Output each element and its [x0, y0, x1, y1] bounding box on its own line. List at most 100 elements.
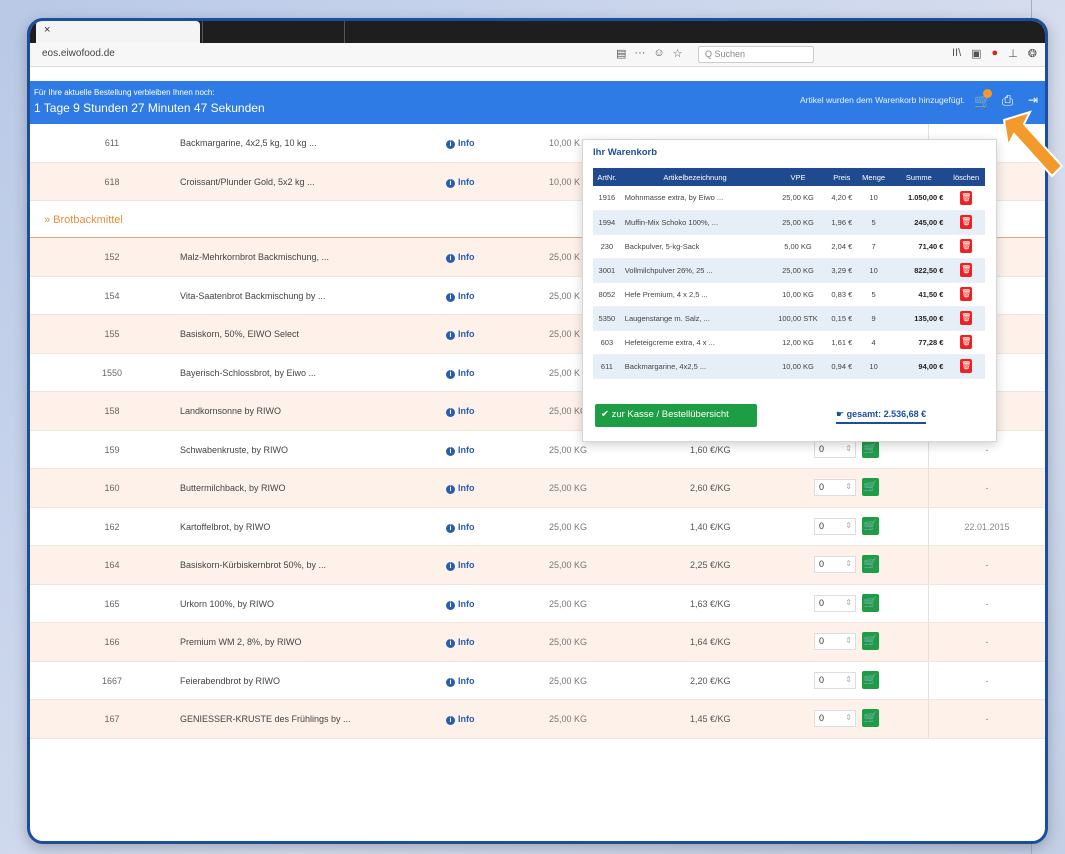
cart-quantity: 7	[856, 234, 891, 259]
pocket-icon[interactable]: ☺	[653, 47, 664, 60]
stepper-arrows-icon[interactable]: ⇕	[845, 598, 852, 607]
article-price: 1,63 €/KG	[690, 598, 731, 609]
article-vpe: 25,00 K	[549, 252, 581, 262]
cart-row: 1916 Mohnmasse extra, by Eiwo ... 25,00 KG…	[593, 186, 985, 211]
cart-vpe: 5,00 KG	[769, 234, 827, 259]
trash-icon[interactable]: 🗑	[960, 215, 973, 229]
cart-row: 3001 Vollmilchpulver 26%, 25 ... 25,00 KG 3…	[593, 258, 985, 283]
more-icon[interactable]: ···	[634, 47, 645, 60]
last-order-date: -	[985, 637, 989, 647]
info-link[interactable]: i Info	[446, 291, 475, 302]
add-to-cart-icon[interactable]: 🛒	[862, 478, 879, 496]
table-row: 167 GENIESSER-KRUSTE des Frühlings by ...…	[30, 700, 1045, 739]
stepper-arrows-icon[interactable]: ⇕	[845, 521, 852, 530]
info-link[interactable]: i Info	[446, 483, 475, 494]
quantity-stepper[interactable]: 0⇕	[814, 710, 856, 727]
article-name: Feierabendbrot by RIWO	[180, 675, 281, 686]
checkout-button[interactable]: ✔ zur Kasse / Bestellübersicht	[595, 404, 757, 427]
article-vpe: 10,00 K	[549, 176, 581, 187]
quantity-stepper[interactable]: 0⇕	[814, 440, 856, 458]
info-link[interactable]: i Info	[446, 714, 475, 725]
info-label: Info	[458, 138, 475, 148]
info-icon: i	[446, 369, 455, 379]
add-to-cart-icon[interactable]: 🛒	[862, 709, 879, 727]
reader-icon[interactable]: ▤	[616, 47, 626, 60]
quantity-stepper[interactable]: 0⇕	[814, 556, 856, 573]
info-link[interactable]: i Info	[446, 599, 475, 610]
cart-vpe: 10,00 KG	[769, 354, 827, 379]
cart-vpe: 25,00 KG	[769, 258, 827, 283]
article-name: Buttermilchback, by RIWO	[180, 483, 286, 493]
cart-price: 3,29 €	[826, 258, 857, 283]
trash-icon[interactable]: 🗑	[960, 311, 973, 325]
library-icon[interactable]: II\	[952, 47, 961, 60]
article-number: 611	[104, 138, 120, 148]
info-link[interactable]: i Info	[446, 252, 475, 263]
add-to-cart-icon[interactable]: 🛒	[862, 670, 879, 689]
stepper-arrows-icon[interactable]: ⇕	[845, 444, 852, 453]
info-label: Info	[458, 406, 475, 416]
info-link[interactable]: i Info	[446, 637, 475, 648]
add-to-cart-icon[interactable]: 🛒	[862, 516, 879, 535]
cart-article-name: Laugenstange m. Salz, ...	[620, 306, 770, 331]
quantity-stepper[interactable]: 0⇕	[814, 479, 856, 496]
trash-icon[interactable]: 🗑	[960, 190, 973, 205]
last-order-date: -	[985, 560, 989, 570]
add-to-cart-icon[interactable]: 🛒	[862, 555, 879, 573]
print-icon[interactable]: ⎙	[1002, 92, 1013, 109]
quantity-stepper[interactable]: 0⇕	[814, 594, 856, 612]
quantity-stepper[interactable]: 0⇕	[814, 671, 856, 689]
add-to-cart-icon[interactable]: 🛒	[862, 439, 879, 458]
info-link[interactable]: i Info	[446, 138, 475, 149]
info-icon: i	[446, 178, 455, 188]
info-link[interactable]: i Info	[446, 560, 475, 571]
quantity-stepper[interactable]: 0⇕	[814, 517, 856, 535]
add-to-cart-icon[interactable]: 🛒	[862, 632, 879, 650]
trash-icon[interactable]: 🗑	[960, 287, 973, 301]
url-field[interactable]: eos.eiwofood.de	[42, 48, 115, 59]
cart-price: 0,83 €	[826, 282, 857, 307]
add-to-cart-icon[interactable]: 🛒	[862, 593, 879, 612]
quantity-stepper[interactable]: 0⇕	[814, 633, 856, 650]
settings-icon[interactable]: ❂	[1028, 47, 1037, 60]
info-icon: i	[446, 408, 455, 417]
stepper-arrows-icon[interactable]: ⇕	[845, 482, 852, 491]
bookmark-star-icon[interactable]: ☆	[673, 47, 683, 60]
info-link[interactable]: i Info	[446, 676, 475, 687]
search-input[interactable]: Q Suchen	[698, 46, 814, 63]
trash-icon[interactable]: 🗑	[960, 263, 973, 277]
trash-icon[interactable]: 🗑	[960, 239, 973, 253]
cart-quantity: 5	[856, 282, 891, 307]
trash-icon[interactable]: 🗑	[960, 335, 973, 349]
info-link[interactable]: i Info	[446, 522, 475, 533]
stepper-arrows-icon[interactable]: ⇕	[845, 636, 852, 645]
cart-price: 1,61 €	[826, 330, 857, 355]
cart-article-number: 230	[593, 234, 621, 259]
article-vpe: 25,00 KG	[549, 675, 588, 686]
adblock-icon[interactable]: ●	[992, 47, 999, 60]
info-link[interactable]: i Info	[446, 177, 475, 188]
cart-article-number: 603	[593, 330, 621, 355]
browser-tab[interactable]: ×	[36, 21, 200, 43]
info-link[interactable]: i Info	[446, 368, 475, 379]
info-link[interactable]: i Info	[446, 445, 475, 456]
added-to-cart-message: Artikel wurden dem Warenkorb hinzugefügt…	[800, 95, 966, 105]
info-label: Info	[458, 483, 475, 493]
logout-icon[interactable]: ⇥	[1028, 93, 1038, 107]
cart-article-number: 1994	[593, 210, 621, 235]
info-link[interactable]: i Info	[446, 406, 475, 417]
tab-close-icon[interactable]: ×	[44, 24, 50, 36]
column-divider	[928, 623, 929, 661]
stepper-arrows-icon[interactable]: ⇕	[845, 713, 852, 722]
stepper-arrows-icon[interactable]: ⇕	[845, 675, 852, 684]
article-number: 1667	[101, 675, 123, 686]
article-vpe: 25,00 KG	[549, 521, 588, 532]
extension-icon[interactable]: ⊥	[1008, 47, 1018, 60]
sidebar-icon[interactable]: ▣	[971, 47, 981, 60]
cart-quantity: 9	[856, 306, 891, 331]
quantity-value: 0	[819, 482, 825, 492]
cart-total[interactable]: ☛ gesamt: 2.536,68 €	[836, 409, 927, 424]
info-link[interactable]: i Info	[446, 329, 475, 340]
trash-icon[interactable]: 🗑	[960, 359, 973, 373]
stepper-arrows-icon[interactable]: ⇕	[845, 559, 852, 568]
